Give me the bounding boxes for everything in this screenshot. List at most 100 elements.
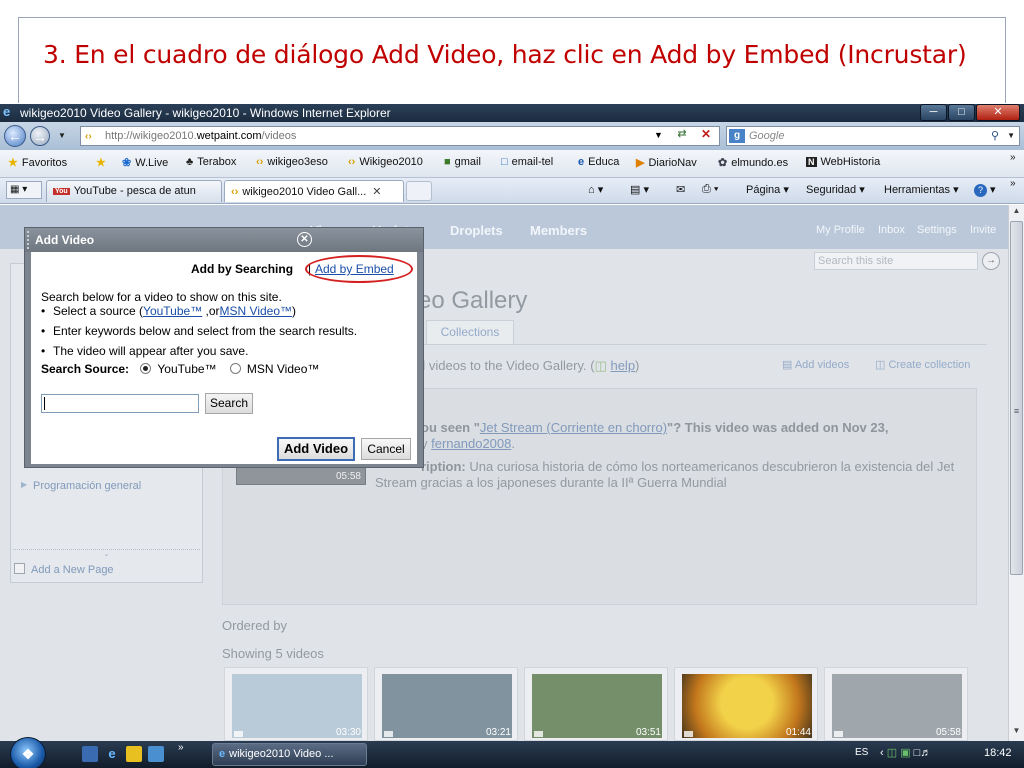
- security-menu[interactable]: Seguridad ▾: [806, 183, 865, 196]
- msn-video-link[interactable]: MSN Video™: [220, 304, 292, 318]
- tab-video-gallery[interactable]: ‹› wikigeo2010 Video Gall... ✕: [224, 180, 404, 202]
- ie-page-icon: □: [501, 156, 508, 168]
- url-input[interactable]: ‹› http://wikigeo2010.wetpaint.com/videos: [80, 126, 720, 146]
- back-button[interactable]: ←: [4, 125, 26, 147]
- favorites-bar: ★ Favoritos ★ ❀ W.Live ♣ Terabox ‹› wikigeo3…: [0, 150, 1024, 178]
- search-input[interactable]: g Google ⚲ ▼: [726, 126, 1020, 146]
- radio-youtube[interactable]: [140, 363, 152, 374]
- quick-tabs-button[interactable]: ▦ ▾: [6, 181, 42, 199]
- print-icon[interactable]: ⎙ ▾: [702, 183, 718, 196]
- vertical-scrollbar[interactable]: ▲ ≡ ▼: [1008, 205, 1024, 741]
- wetpaint-icon: ‹›: [231, 186, 239, 198]
- switch-windows-icon[interactable]: [148, 746, 164, 762]
- scroll-down-icon[interactable]: ▼: [1009, 726, 1024, 740]
- wetpaint-icon: ‹›: [348, 156, 356, 168]
- scroll-up-icon[interactable]: ▲: [1009, 206, 1024, 220]
- favorites-overflow-icon[interactable]: »: [1010, 152, 1016, 163]
- instruction-text: ,or: [202, 304, 220, 318]
- url-path: /videos: [261, 130, 297, 142]
- ie-logo-icon: e: [3, 104, 11, 119]
- tools-menu[interactable]: Herramientas ▾: [884, 183, 959, 196]
- fav-label: Wikigeo2010: [359, 156, 423, 168]
- drag-grip-icon[interactable]: [27, 231, 32, 249]
- ie-icon[interactable]: e: [104, 746, 120, 762]
- fav-gmail[interactable]: ■ gmail: [444, 156, 481, 168]
- start-button[interactable]: ❖: [10, 737, 46, 768]
- system-tray[interactable]: ‹ ◫ ▣ □♬: [880, 746, 931, 759]
- webhistoria-icon: N: [806, 157, 817, 167]
- refresh-icon[interactable]: ⇄: [672, 127, 692, 143]
- add-by-searching-label: Add by Searching: [191, 262, 294, 276]
- close-icon[interactable]: ✕: [297, 232, 312, 247]
- slide-title-box: 3. En el cuadro de diálogo Add Video, ha…: [18, 17, 1006, 103]
- feeds-icon[interactable]: ▤ ▾: [630, 183, 649, 196]
- fav-wlive[interactable]: ❀ W.Live: [122, 156, 168, 169]
- fav-educa[interactable]: e Educa: [578, 156, 619, 168]
- instruction-item: The video will appear after you save.: [41, 344, 248, 358]
- fav-label: Educa: [588, 156, 620, 168]
- history-dropdown-icon[interactable]: ▼: [58, 131, 66, 140]
- tab-label: YouTube - pesca de atun: [73, 185, 196, 197]
- help-icon[interactable]: ? ▾: [974, 183, 996, 197]
- add-favorite-icon[interactable]: ★: [96, 156, 106, 169]
- address-bar: ← → ▼ ‹› http://wikigeo2010.wetpaint.com/…: [0, 122, 1024, 150]
- url-dropdown-icon[interactable]: ▼: [654, 130, 663, 140]
- page-menu[interactable]: Página ▾: [746, 183, 789, 196]
- mail-icon[interactable]: ✉: [676, 183, 685, 196]
- search-button[interactable]: Search: [205, 393, 253, 414]
- fav-wikigeo3eso[interactable]: ‹› wikigeo3eso: [256, 156, 328, 168]
- cancel-button[interactable]: Cancel: [361, 438, 411, 460]
- tab-youtube[interactable]: You YouTube - pesca de atun: [46, 180, 222, 202]
- stop-icon[interactable]: ✕: [696, 127, 716, 143]
- url-prefix: http://wikigeo2010.: [105, 130, 197, 142]
- forward-button[interactable]: →: [30, 126, 50, 146]
- star-icon: ★: [8, 157, 18, 169]
- volume-icon[interactable]: □♬: [914, 747, 932, 759]
- slide-title: 3. En el cuadro de diálogo Add Video, ha…: [43, 40, 967, 69]
- fav-elmundo[interactable]: ✿ elmundo.es: [718, 156, 788, 169]
- add-video-button[interactable]: Add Video: [277, 437, 355, 461]
- shield-icon[interactable]: ▣: [900, 747, 910, 759]
- network-icon[interactable]: ◫: [887, 747, 897, 759]
- fav-diarionav[interactable]: ▶ DiarioNav: [636, 156, 697, 169]
- wetpaint-favicon-icon: ‹›: [85, 131, 92, 142]
- fav-terabox[interactable]: ♣ Terabox: [186, 156, 236, 168]
- tab-bar: ▦ ▾ You YouTube - pesca de atun ‹› wikigeo…: [0, 178, 1024, 204]
- diarionav-icon: ▶: [636, 157, 645, 169]
- taskbar-task-ie[interactable]: e wikigeo2010 Video ...: [212, 743, 367, 766]
- toolbar-overflow-icon[interactable]: »: [1010, 178, 1016, 189]
- fav-email-tel[interactable]: □ email-tel: [501, 156, 553, 168]
- fav-webhistoria[interactable]: N WebHistoria: [806, 156, 880, 168]
- add-video-dialog: Add Video ✕ Add by Searching | Add by Em…: [24, 227, 424, 468]
- maximize-button[interactable]: □: [948, 104, 975, 121]
- show-desktop-icon[interactable]: [82, 746, 98, 762]
- home-icon[interactable]: ⌂ ▾: [588, 183, 603, 196]
- new-tab-button[interactable]: [406, 181, 432, 201]
- tray-arrow-icon[interactable]: ‹: [880, 747, 884, 759]
- scrollbar-thumb[interactable]: ≡: [1010, 221, 1023, 575]
- video-search-input[interactable]: [41, 394, 199, 413]
- search-icon[interactable]: ⚲: [991, 127, 999, 145]
- radio-msn[interactable]: [229, 363, 241, 374]
- media-icon[interactable]: [126, 746, 142, 762]
- quicklaunch-overflow-icon[interactable]: »: [178, 742, 184, 753]
- clock[interactable]: 18:42: [984, 747, 1012, 759]
- tools-menu-label: Herramientas: [884, 184, 951, 196]
- window-title: wikigeo2010 Video Gallery - wikigeo2010 …: [20, 106, 391, 120]
- language-indicator[interactable]: ES: [855, 747, 868, 758]
- ie-icon: e: [219, 748, 226, 760]
- instruction-text: ): [292, 304, 297, 318]
- url-domain: wetpaint.com: [196, 130, 262, 142]
- security-menu-label: Seguridad: [806, 184, 857, 196]
- instruction-item: Enter keywords below and select from the…: [41, 324, 357, 338]
- search-dropdown-icon[interactable]: ▼: [1007, 127, 1015, 145]
- terabox-icon: ♣: [186, 156, 194, 168]
- youtube-icon: You: [53, 188, 70, 195]
- fav-wikigeo2010[interactable]: ‹› Wikigeo2010: [348, 156, 423, 168]
- close-window-button[interactable]: ✕: [976, 104, 1020, 121]
- favorites-button[interactable]: ★ Favoritos: [8, 156, 67, 169]
- dialog-title-bar[interactable]: Add Video ✕: [25, 228, 423, 252]
- close-tab-icon[interactable]: ✕: [372, 186, 381, 198]
- minimize-button[interactable]: ─: [920, 104, 947, 121]
- youtube-link[interactable]: YouTube™: [143, 304, 202, 318]
